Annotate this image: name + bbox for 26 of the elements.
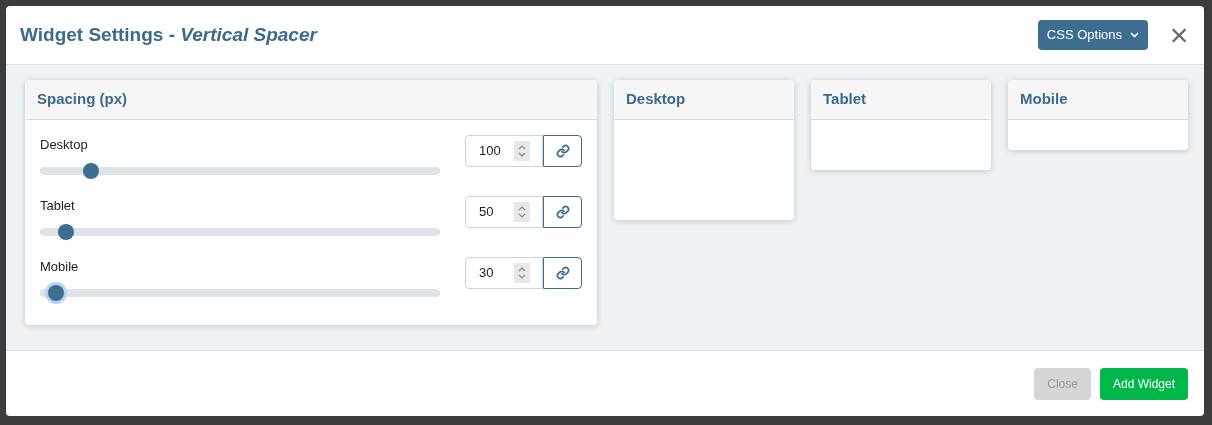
- number-field[interactable]: 100: [465, 135, 543, 167]
- slider-thumb[interactable]: [47, 285, 64, 301]
- card-title: Tablet: [823, 89, 867, 110]
- card-title: Desktop: [626, 89, 686, 110]
- slider-thumb[interactable]: [57, 224, 74, 240]
- slider-label: Desktop: [40, 136, 89, 154]
- link-icon: [555, 266, 570, 280]
- number-field[interactable]: 30: [465, 257, 543, 289]
- link-icon: [555, 144, 570, 158]
- spinner-icon: [514, 202, 530, 222]
- spinner-icon: [514, 263, 530, 283]
- dialog-title: Widget Settings - Vertical Spacer: [20, 22, 317, 47]
- card-title: Spacing (px): [37, 89, 127, 110]
- chevron-down-icon: [1130, 32, 1139, 38]
- slider-thumb[interactable]: [83, 163, 100, 179]
- slider-label: Mobile: [40, 258, 80, 276]
- link-button[interactable]: [543, 257, 582, 289]
- close-button[interactable]: ×: [1168, 20, 1190, 50]
- link-icon: [555, 205, 570, 219]
- spinner-icon: [514, 141, 530, 161]
- number-field[interactable]: 50: [465, 196, 543, 228]
- slider-label: Tablet: [40, 197, 76, 215]
- link-button[interactable]: [543, 135, 582, 167]
- css-options-button[interactable]: CSS Options: [1037, 20, 1148, 50]
- link-button[interactable]: [543, 196, 582, 228]
- card-title: Mobile: [1020, 89, 1068, 110]
